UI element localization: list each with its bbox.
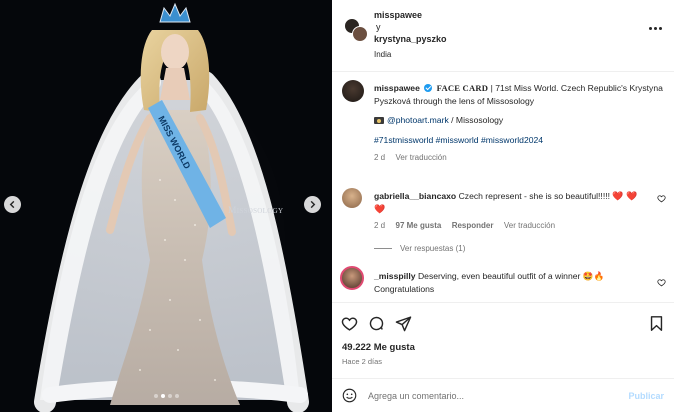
watermark-logo: Missosology <box>228 206 284 216</box>
save-bookmark-icon[interactable] <box>648 315 665 332</box>
translate-link[interactable]: Ver traducción <box>504 221 555 230</box>
avatar[interactable] <box>352 26 368 42</box>
view-replies-button[interactable]: Ver respuestas (1) <box>374 244 465 253</box>
action-bar <box>332 302 674 342</box>
carousel-prev-button[interactable] <box>4 196 21 213</box>
like-comment-heart-icon[interactable] <box>657 278 666 287</box>
collab-connector: y <box>376 22 381 32</box>
collaborator-username[interactable]: krystyna_pyszko <box>374 34 447 44</box>
caption-title: FACE CARD <box>436 83 489 93</box>
carousel-dot <box>174 394 179 398</box>
post-side-panel: misspawee y krystyna_pyszko India misspa… <box>332 0 674 412</box>
chevron-right-icon <box>310 200 316 209</box>
photographer-link[interactable]: @photoart.mark <box>387 115 449 125</box>
comment-likes[interactable]: 97 Me gusta <box>396 221 442 230</box>
comment-input[interactable] <box>368 387 618 405</box>
comment-bubble-icon[interactable] <box>368 315 385 332</box>
translate-link[interactable]: Ver traducción <box>396 153 447 162</box>
camera-icon <box>374 117 384 124</box>
avatar[interactable] <box>342 80 364 102</box>
emoji-icon[interactable] <box>342 388 357 403</box>
more-dots-icon <box>649 27 652 30</box>
likes-count[interactable]: 49.222 Me gusta <box>342 342 415 353</box>
reply-button[interactable]: Responder <box>452 221 494 230</box>
post-comment-button[interactable]: Publicar <box>628 391 664 401</box>
post-media[interactable]: MISS WORLD Missosology <box>0 0 332 412</box>
like-comment-heart-icon[interactable] <box>657 194 666 203</box>
location-link[interactable]: India <box>374 50 391 59</box>
carousel-dot-active <box>160 394 165 398</box>
caption-username[interactable]: misspawee <box>374 83 420 93</box>
avatar[interactable] <box>340 266 364 290</box>
carousel-dot <box>153 394 158 398</box>
comment-username[interactable]: _misspilly <box>374 271 416 281</box>
post-header: misspawee y krystyna_pyszko India <box>332 0 674 72</box>
comment-composer: Publicar <box>332 378 674 412</box>
credit-text: / Missosology <box>448 115 504 125</box>
carousel-indicator <box>0 394 332 398</box>
verified-badge-icon <box>424 84 433 92</box>
author-username[interactable]: misspawee <box>374 10 422 20</box>
carousel-next-button[interactable] <box>304 196 321 213</box>
chevron-left-icon <box>9 200 15 209</box>
comment-username[interactable]: gabriella__biancaxo <box>374 191 456 201</box>
carousel-dot <box>167 394 172 398</box>
comment-time: 2 d <box>374 221 386 230</box>
like-heart-icon[interactable] <box>341 315 358 332</box>
avatar[interactable] <box>342 188 362 208</box>
comment-text: Czech represent - she is so beautiful!!!… <box>458 191 613 201</box>
more-options-button[interactable] <box>649 27 662 30</box>
caption-time: 2 d <box>374 153 386 162</box>
share-send-icon[interactable] <box>395 315 412 332</box>
post-date: Hace 2 días <box>342 357 383 366</box>
hashtags[interactable]: #71stmissworld #missworld #missworld2024 <box>374 135 543 145</box>
